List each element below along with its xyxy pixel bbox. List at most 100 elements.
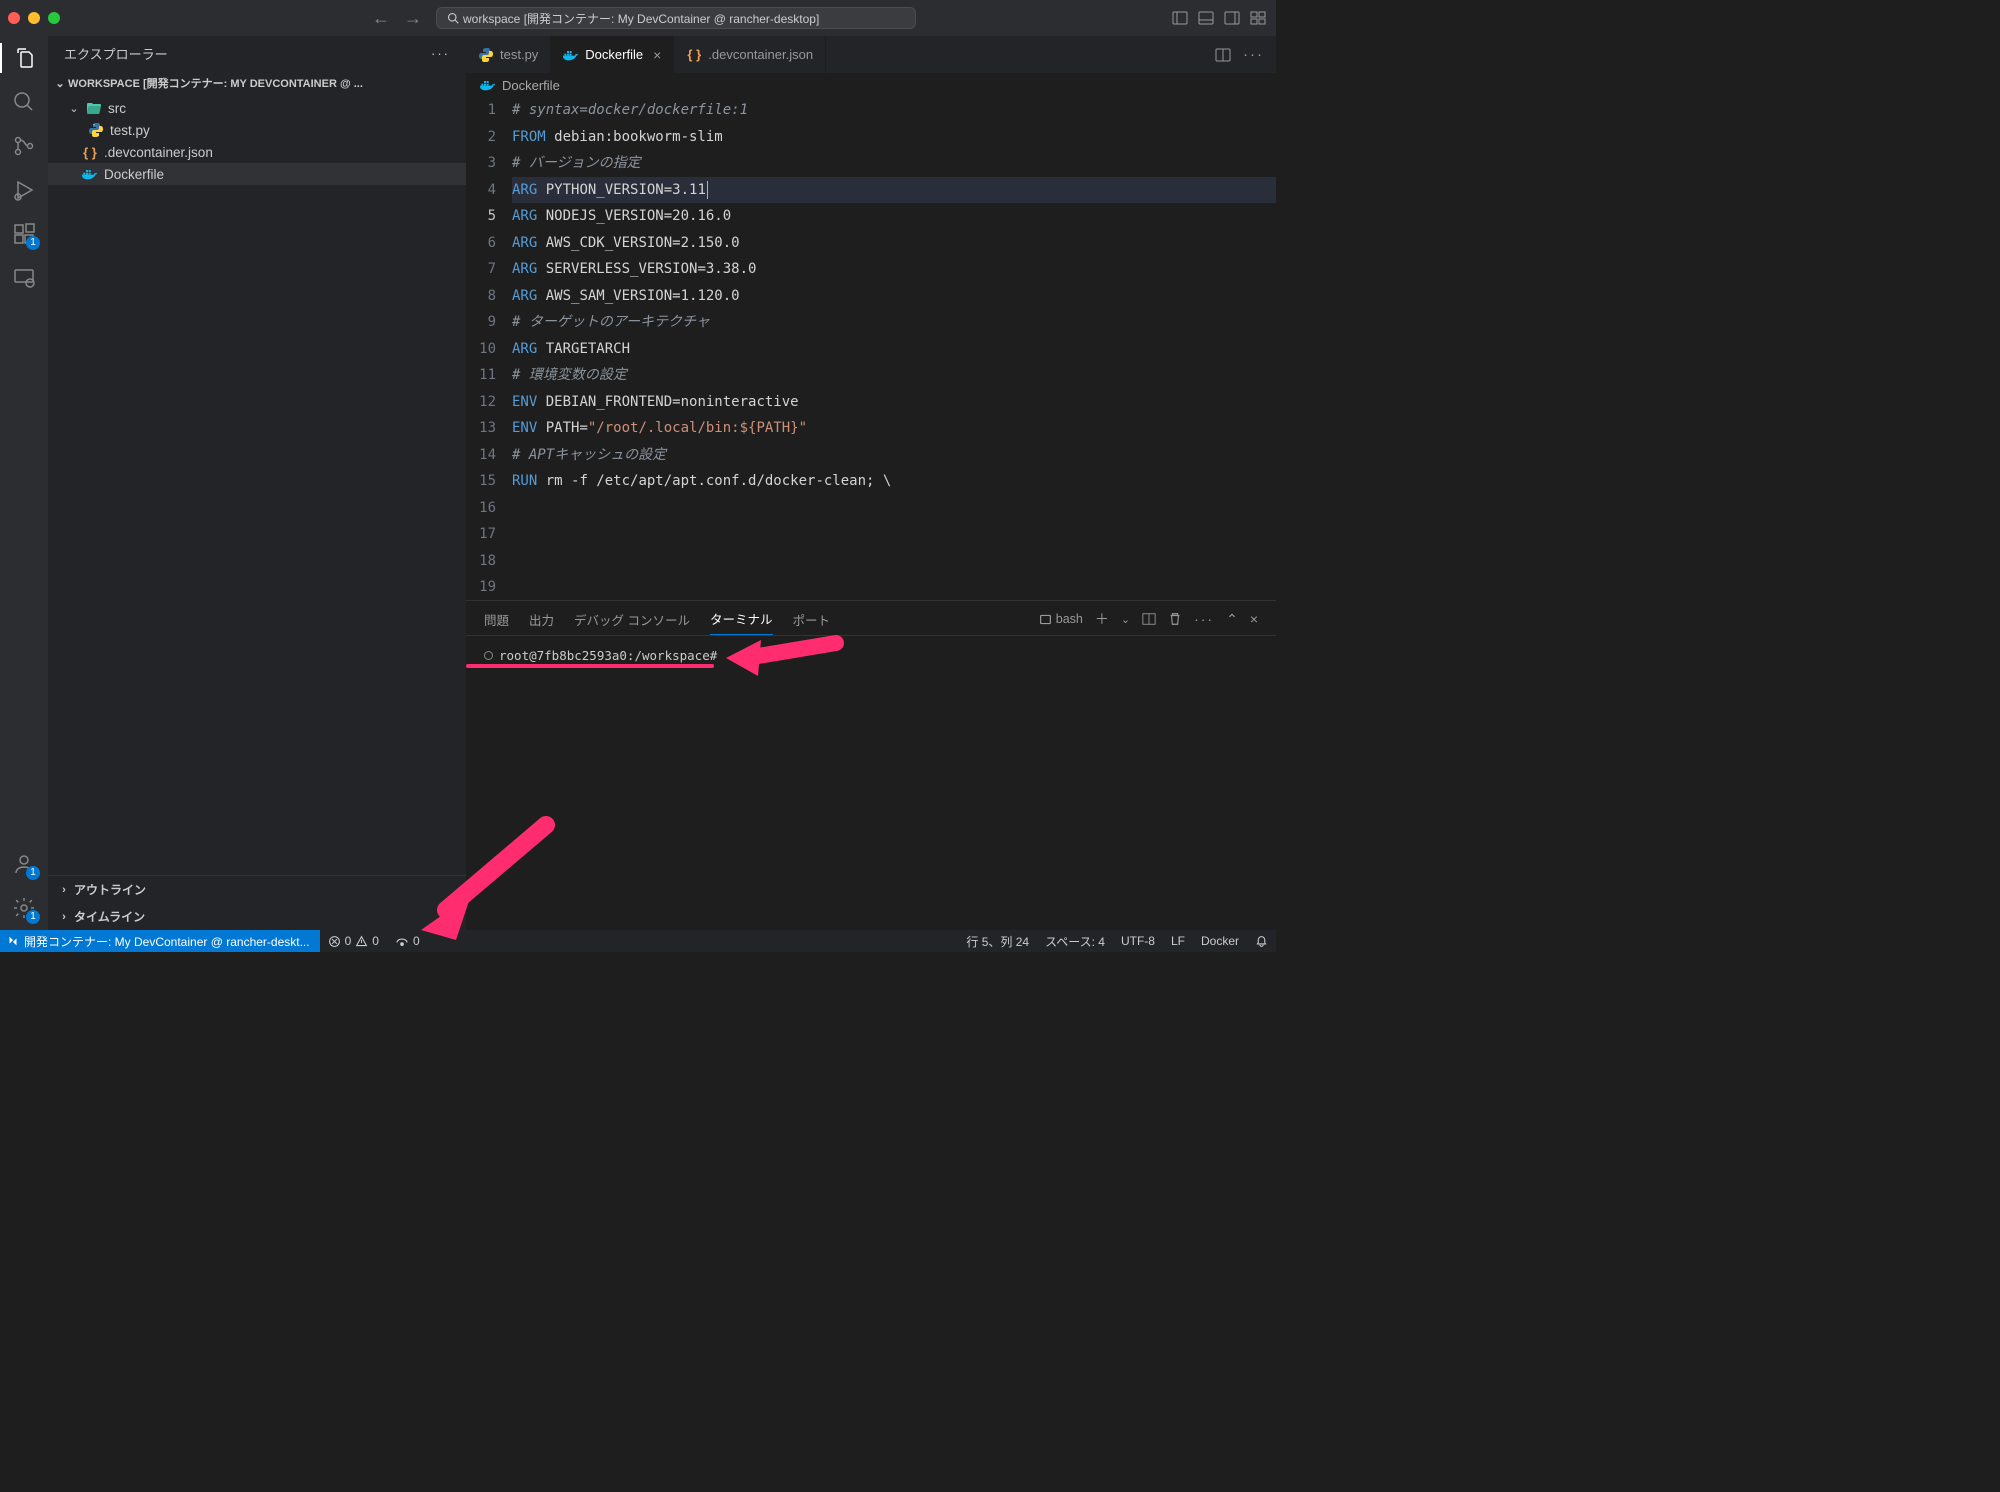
json-icon: { }: [686, 47, 702, 63]
gear-badge: 1: [26, 910, 40, 924]
account-badge: 1: [26, 866, 40, 880]
status-ln-col[interactable]: 行 5、列 24: [958, 933, 1037, 950]
chevron-right-icon: ›: [58, 884, 70, 896]
python-icon: [478, 47, 494, 63]
workspace-section-header[interactable]: ⌄ WORKSPACE [開発コンテナー: MY DEVCONTAINER @ …: [48, 71, 466, 95]
tree-file-dockerfile[interactable]: Dockerfile: [48, 163, 466, 185]
terminal-body[interactable]: root@7fb8bc2593a0:/workspace#: [466, 636, 1276, 930]
tab-more-icon[interactable]: ···: [1243, 46, 1264, 63]
docker-icon: [563, 47, 579, 63]
annotation-underline: [466, 664, 714, 668]
panel-close-icon[interactable]: ×: [1250, 611, 1258, 627]
code-editor[interactable]: 12345678910111213141516171819 # syntax=d…: [466, 97, 1276, 600]
nav-back-icon[interactable]: ←: [372, 8, 390, 29]
tree-folder-src[interactable]: ⌄ src: [48, 97, 466, 119]
search-text: workspace [開発コンテナー: My DevContainer @ ra…: [463, 10, 819, 27]
layout-bottom-icon[interactable]: [1198, 10, 1214, 26]
account-icon[interactable]: 1: [12, 852, 36, 876]
status-ports[interactable]: 0: [387, 934, 428, 948]
explorer-icon[interactable]: [12, 46, 36, 70]
trash-icon[interactable]: [1168, 612, 1182, 626]
tree-file-testpy[interactable]: test.py: [48, 119, 466, 141]
maximize-window[interactable]: [48, 12, 60, 24]
shell-label: bash: [1056, 612, 1083, 626]
new-terminal-icon[interactable]: ＋: [1095, 609, 1109, 629]
ports-count: 0: [413, 934, 420, 948]
titlebar: ← → workspace [開発コンテナー: My DevContainer …: [0, 0, 1276, 36]
close-window[interactable]: [8, 12, 20, 24]
docker-icon: [82, 166, 98, 182]
search-icon: [447, 12, 459, 24]
remote-label: 開発コンテナー: My DevContainer @ rancher-deskt…: [24, 933, 310, 950]
timeline-section[interactable]: › タイムライン: [48, 903, 466, 930]
chevron-down-icon: ⌄: [68, 102, 80, 115]
layout-left-icon[interactable]: [1172, 10, 1188, 26]
panel-tab-debug-console[interactable]: デバッグ コンソール: [574, 610, 690, 635]
status-lang[interactable]: Docker: [1193, 933, 1247, 950]
bottom-panel: 問題 出力 デバッグ コンソール ターミナル ポート bash ＋ ⌄ ··· …: [466, 600, 1276, 930]
remote-explorer-icon[interactable]: [12, 266, 36, 290]
status-eol[interactable]: LF: [1163, 933, 1193, 950]
prompt-circle-icon: [484, 651, 493, 660]
tab-devcontainer[interactable]: { } .devcontainer.json: [674, 36, 826, 73]
error-count: 0: [345, 934, 352, 948]
command-center-search[interactable]: workspace [開発コンテナー: My DevContainer @ ra…: [436, 7, 916, 29]
tab-label: test.py: [500, 47, 538, 62]
extensions-icon[interactable]: 1: [12, 222, 36, 246]
terminal-chevron-down-icon[interactable]: ⌄: [1121, 613, 1130, 626]
chevron-right-icon: ›: [58, 911, 70, 923]
tab-dockerfile[interactable]: Dockerfile ×: [551, 36, 674, 73]
editor-area: test.py Dockerfile × { } .devcontainer.j…: [466, 36, 1276, 930]
tree-label: src: [108, 101, 126, 116]
window-controls: [8, 12, 60, 24]
split-editor-icon[interactable]: [1215, 47, 1231, 63]
extensions-badge: 1: [26, 236, 40, 250]
outline-label: アウトライン: [74, 881, 146, 898]
sidebar-more-icon[interactable]: ···: [431, 46, 450, 61]
workspace-label: WORKSPACE [開発コンテナー: MY DEVCONTAINER @ ..…: [68, 75, 363, 91]
tab-label: Dockerfile: [585, 47, 643, 62]
panel-tab-terminal[interactable]: ターミナル: [710, 609, 773, 635]
tree-file-devcontainer[interactable]: { } .devcontainer.json: [48, 141, 466, 163]
tree-label: .devcontainer.json: [104, 145, 213, 160]
outline-section[interactable]: › アウトライン: [48, 876, 466, 903]
panel-tab-problems[interactable]: 問題: [484, 610, 509, 635]
status-encoding[interactable]: UTF-8: [1113, 933, 1163, 950]
editor-tabs: test.py Dockerfile × { } .devcontainer.j…: [466, 36, 1276, 73]
tree-label: Dockerfile: [104, 167, 164, 182]
minimize-window[interactable]: [28, 12, 40, 24]
sidebar: エクスプローラー ··· ⌄ WORKSPACE [開発コンテナー: MY DE…: [48, 36, 466, 930]
remote-indicator[interactable]: 開発コンテナー: My DevContainer @ rancher-deskt…: [0, 930, 320, 952]
gear-icon[interactable]: 1: [12, 896, 36, 920]
status-errors[interactable]: 0 0: [320, 934, 387, 948]
split-terminal-icon[interactable]: [1142, 612, 1156, 626]
search-activity-icon[interactable]: [12, 90, 36, 114]
tab-testpy[interactable]: test.py: [466, 36, 551, 73]
terminal-shell-icon[interactable]: bash: [1039, 612, 1083, 626]
close-icon[interactable]: ×: [653, 47, 661, 63]
folder-open-icon: [86, 100, 102, 116]
breadcrumb[interactable]: Dockerfile: [466, 73, 1276, 97]
chevron-down-icon: ⌄: [54, 77, 66, 90]
status-spaces[interactable]: スペース: 4: [1037, 933, 1113, 950]
activity-bar: 1 1 1: [0, 36, 48, 930]
terminal-prompt: root@7fb8bc2593a0:/workspace#: [499, 648, 717, 663]
source-control-icon[interactable]: [12, 134, 36, 158]
timeline-label: タイムライン: [74, 908, 145, 925]
panel-tab-output[interactable]: 出力: [529, 610, 554, 635]
tab-label: .devcontainer.json: [708, 47, 813, 62]
python-icon: [88, 122, 104, 138]
tree-label: test.py: [110, 123, 150, 138]
statusbar: 開発コンテナー: My DevContainer @ rancher-deskt…: [0, 930, 1276, 952]
panel-more-icon[interactable]: ···: [1194, 611, 1214, 627]
layout-right-icon[interactable]: [1224, 10, 1240, 26]
run-debug-icon[interactable]: [12, 178, 36, 202]
json-icon: { }: [82, 144, 98, 160]
panel-tab-ports[interactable]: ポート: [793, 610, 831, 635]
layout-customize-icon[interactable]: [1250, 10, 1266, 26]
docker-icon: [480, 77, 496, 93]
nav-forward-icon[interactable]: →: [404, 8, 422, 29]
sidebar-title: エクスプローラー: [64, 44, 168, 63]
status-bell-icon[interactable]: [1247, 933, 1276, 950]
panel-maximize-icon[interactable]: ⌃: [1226, 611, 1238, 628]
